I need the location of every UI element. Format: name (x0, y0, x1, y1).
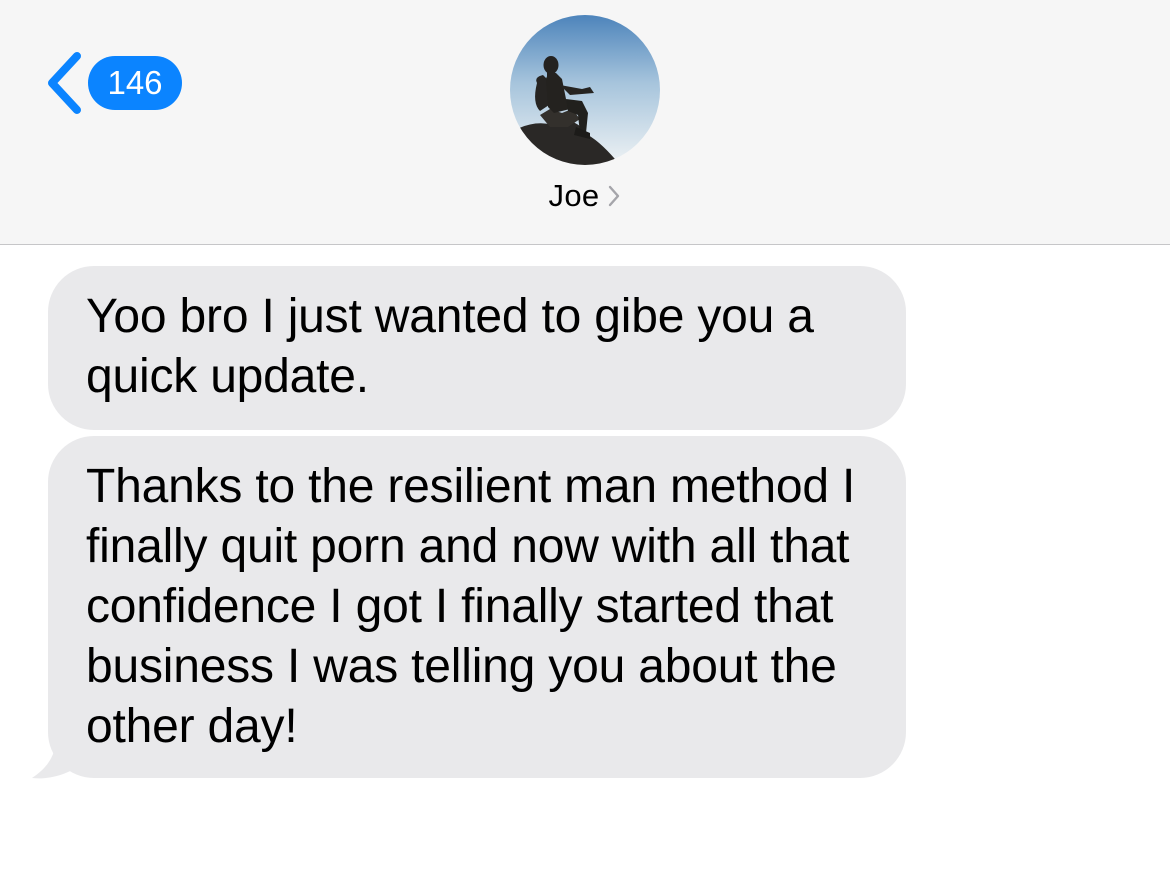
contact-photo (510, 15, 660, 165)
chevron-right-icon (609, 185, 620, 207)
incoming-message-bubble[interactable]: Yoo bro I just wanted to gibe you a quic… (48, 266, 906, 430)
incoming-message-bubble[interactable]: Thanks to the resilient man method I fin… (48, 436, 906, 778)
contact-avatar[interactable] (510, 15, 660, 165)
contact-name: Joe (548, 178, 600, 213)
unread-count-badge: 146 (88, 56, 182, 110)
messages-screen: 146 Joe Yoo bro I just wanted to gibe yo… (0, 0, 1170, 894)
contact-name-button[interactable]: Joe (0, 178, 1170, 214)
chevron-left-icon (48, 52, 81, 114)
conversation-header: 146 Joe (0, 0, 1170, 245)
back-button[interactable]: 146 (44, 50, 182, 116)
